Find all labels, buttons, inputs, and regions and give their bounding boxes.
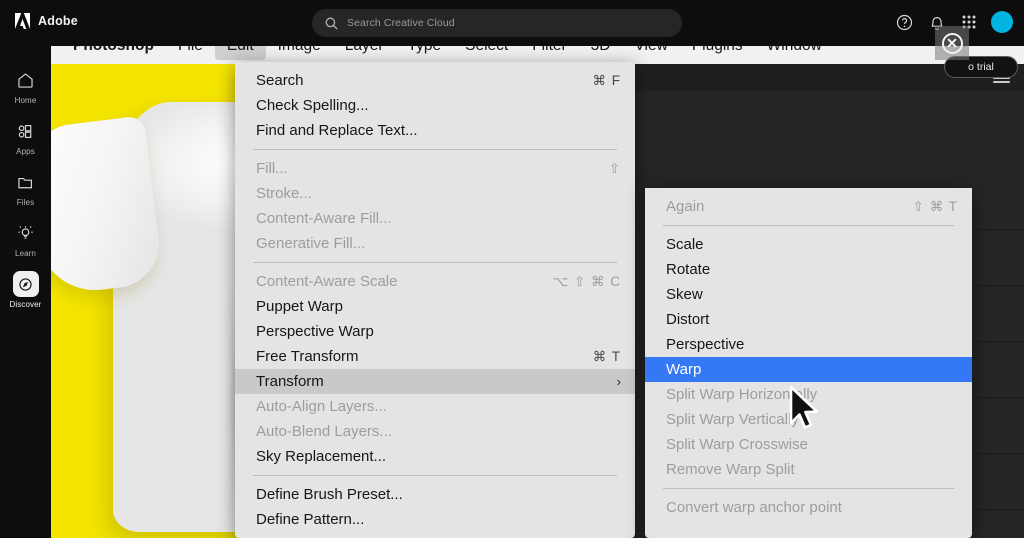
sidebar-item-learn[interactable]: Learn bbox=[0, 213, 51, 264]
menu-item-warp[interactable]: Warp bbox=[645, 357, 972, 382]
sidebar-item-label: Home bbox=[15, 96, 37, 105]
menu-separator bbox=[253, 149, 617, 150]
menu-separator bbox=[253, 262, 617, 263]
menu-item-label: Distort bbox=[666, 311, 709, 328]
menu-item-label: Stroke... bbox=[256, 185, 312, 202]
menu-item-label: Skew bbox=[666, 286, 703, 303]
menu-item-shortcut: ⇧ bbox=[609, 161, 621, 177]
menu-item-convert-warp-anchor-point: Convert warp anchor point bbox=[645, 495, 972, 520]
close-button[interactable] bbox=[935, 26, 969, 60]
menu-item-label: Generative Fill... bbox=[256, 235, 365, 252]
menu-item-fill: Fill... ⇧ bbox=[235, 156, 635, 181]
help-icon[interactable] bbox=[895, 13, 914, 32]
menu-item-label: Scale bbox=[666, 236, 704, 253]
menu-item-label: Free Transform bbox=[256, 348, 359, 365]
menu-item-check-spelling[interactable]: Check Spelling... bbox=[235, 93, 635, 118]
menu-item-label: Remove Warp Split bbox=[666, 461, 795, 478]
menu-item-sky-replacement[interactable]: Sky Replacement... bbox=[235, 444, 635, 469]
menu-item-label: Sky Replacement... bbox=[256, 448, 386, 465]
home-icon bbox=[13, 67, 39, 93]
photoshop-screen: rs nd bbox=[0, 0, 1024, 538]
menu-item-shortcut: ⌥ ⇧ ⌘ C bbox=[553, 274, 621, 290]
menu-item-label: Warp bbox=[666, 361, 701, 378]
canvas-artwork[interactable] bbox=[51, 64, 247, 538]
menu-item-label: Content-Aware Scale bbox=[256, 273, 397, 290]
menu-item-shortcut: ⌘ T bbox=[593, 349, 621, 365]
menu-item-label: Find and Replace Text... bbox=[256, 122, 417, 139]
sidebar-item-label: Learn bbox=[15, 249, 36, 258]
menu-item-shortcut: ⌘ F bbox=[593, 73, 622, 89]
mouse-pointer-icon bbox=[788, 385, 822, 438]
menu-item-content-aware-scale: Content-Aware Scale ⌥ ⇧ ⌘ C bbox=[235, 269, 635, 294]
menu-item-content-aware-fill: Content-Aware Fill... bbox=[235, 206, 635, 231]
menu-item-label: Split Warp Vertically bbox=[666, 411, 799, 428]
adobe-brand-label: Adobe bbox=[38, 14, 78, 28]
menu-item-label: Define Pattern... bbox=[256, 511, 364, 528]
menu-item-puppet-warp[interactable]: Puppet Warp bbox=[235, 294, 635, 319]
discover-compass-icon bbox=[13, 271, 39, 297]
sidebar-item-label: Discover bbox=[10, 300, 42, 309]
sidebar-item-label: Apps bbox=[16, 147, 35, 156]
menu-item-again: Again ⇧ ⌘ T bbox=[645, 194, 972, 219]
menu-item-stroke: Stroke... bbox=[235, 181, 635, 206]
menu-item-search[interactable]: Search ⌘ F bbox=[235, 68, 635, 93]
menu-item-shortcut: ⇧ ⌘ T bbox=[913, 199, 958, 215]
menu-item-label: Check Spelling... bbox=[256, 97, 369, 114]
menu-item-label: Define Brush Preset... bbox=[256, 486, 403, 503]
close-circle-icon bbox=[942, 33, 963, 54]
menu-separator bbox=[663, 488, 954, 489]
menu-item-define-brush-preset[interactable]: Define Brush Preset... bbox=[235, 482, 635, 507]
sidebar-item-discover[interactable]: Discover bbox=[0, 264, 51, 315]
menu-item-find-and-replace-text[interactable]: Find and Replace Text... bbox=[235, 118, 635, 143]
menu-item-label: Rotate bbox=[666, 261, 710, 278]
creative-cloud-rail: Home Apps Files Learn Discover bbox=[0, 46, 51, 538]
menu-item-generative-fill: Generative Fill... bbox=[235, 231, 635, 256]
apps-icon bbox=[13, 118, 39, 144]
menu-item-label: Convert warp anchor point bbox=[666, 499, 842, 516]
menu-item-label: Content-Aware Fill... bbox=[256, 210, 392, 227]
menu-item-label: Perspective bbox=[666, 336, 744, 353]
menu-item-auto-align-layers: Auto-Align Layers... bbox=[235, 394, 635, 419]
menu-item-distort[interactable]: Distort bbox=[645, 307, 972, 332]
menu-item-label: Auto-Align Layers... bbox=[256, 398, 387, 415]
search-input[interactable]: Search Creative Cloud bbox=[312, 9, 682, 37]
creative-cloud-topbar: Adobe Search Creative Cloud bbox=[0, 0, 1024, 46]
sidebar-item-label: Files bbox=[17, 198, 34, 207]
sidebar-item-home[interactable]: Home bbox=[0, 60, 51, 111]
menu-item-label: Fill... bbox=[256, 160, 288, 177]
search-placeholder: Search Creative Cloud bbox=[347, 17, 455, 29]
menu-item-label: Puppet Warp bbox=[256, 298, 343, 315]
menu-item-skew[interactable]: Skew bbox=[645, 282, 972, 307]
menu-item-free-transform[interactable]: Free Transform ⌘ T bbox=[235, 344, 635, 369]
adobe-logo-icon bbox=[14, 13, 31, 29]
menu-item-rotate[interactable]: Rotate bbox=[645, 257, 972, 282]
menu-item-define-pattern[interactable]: Define Pattern... bbox=[235, 507, 635, 532]
menu-item-label: Again bbox=[666, 198, 704, 215]
adobe-brand[interactable]: Adobe bbox=[14, 13, 78, 29]
avatar[interactable] bbox=[991, 11, 1013, 33]
folder-icon bbox=[13, 169, 39, 195]
menu-item-label: Search bbox=[256, 72, 304, 89]
edit-dropdown-menu: Search ⌘ F Check Spelling... Find and Repla… bbox=[235, 62, 635, 538]
sidebar-item-apps[interactable]: Apps bbox=[0, 111, 51, 162]
transform-submenu: Again ⇧ ⌘ T Scale Rotate Skew Distort Perspect… bbox=[645, 188, 972, 538]
menu-item-label: Split Warp Crosswise bbox=[666, 436, 808, 453]
menu-item-perspective-warp[interactable]: Perspective Warp bbox=[235, 319, 635, 344]
chevron-right-icon: › bbox=[617, 374, 621, 389]
menu-item-label: Perspective Warp bbox=[256, 323, 374, 340]
menu-item-label: Transform bbox=[256, 373, 324, 390]
menu-item-auto-blend-layers: Auto-Blend Layers... bbox=[235, 419, 635, 444]
menu-item-label: Auto-Blend Layers... bbox=[256, 423, 392, 440]
menu-item-perspective[interactable]: Perspective bbox=[645, 332, 972, 357]
sidebar-item-files[interactable]: Files bbox=[0, 162, 51, 213]
menu-item-scale[interactable]: Scale bbox=[645, 232, 972, 257]
menu-separator bbox=[663, 225, 954, 226]
search-icon bbox=[325, 17, 338, 30]
menu-item-transform[interactable]: Transform › bbox=[235, 369, 635, 394]
menu-item-remove-warp-split: Remove Warp Split bbox=[645, 457, 972, 482]
lightbulb-icon bbox=[13, 220, 39, 246]
menu-separator bbox=[253, 475, 617, 476]
